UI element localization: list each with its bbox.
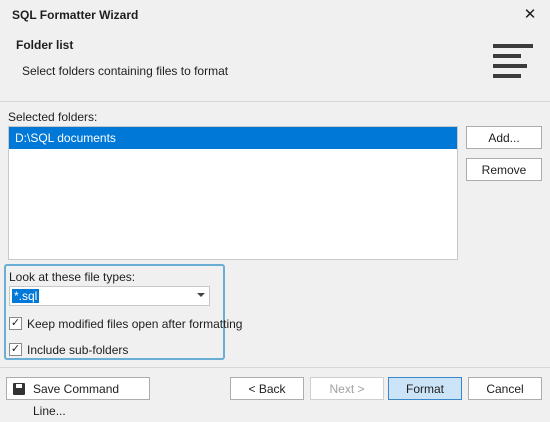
wizard-footer: Save Command Line... < Back Next > Forma…	[0, 368, 550, 418]
folder-list[interactable]: D:\SQL documents	[8, 126, 458, 260]
back-button[interactable]: < Back	[230, 377, 304, 400]
save-icon	[13, 383, 25, 395]
save-command-line-label: Save Command Line...	[33, 382, 120, 418]
page-subtitle: Select folders containing files to forma…	[22, 64, 229, 78]
check-icon[interactable]: ✓	[9, 343, 22, 356]
list-item[interactable]: D:\SQL documents	[9, 127, 457, 149]
selected-folders-label: Selected folders:	[8, 110, 98, 124]
wizard-header: Folder list Select folders containing fi…	[0, 30, 550, 101]
include-subfolders-label: Include sub-folders	[27, 343, 129, 357]
next-button[interactable]: Next >	[310, 377, 384, 400]
page-title: Folder list	[16, 38, 74, 52]
cancel-button[interactable]: Cancel	[468, 377, 542, 400]
add-button[interactable]: Add...	[466, 126, 542, 149]
chevron-down-icon[interactable]	[197, 293, 205, 297]
check-icon[interactable]: ✓	[9, 317, 22, 330]
remove-button[interactable]: Remove	[466, 158, 542, 181]
header-divider	[0, 101, 550, 102]
window-title: SQL Formatter Wizard	[12, 8, 139, 22]
keep-open-label: Keep modified files open after formattin…	[27, 317, 243, 331]
options-group: Look at these file types: *.sql ✓ Keep m…	[4, 264, 242, 360]
title-bar: SQL Formatter Wizard ✕	[0, 0, 550, 30]
save-command-line-button[interactable]: Save Command Line...	[6, 377, 150, 418]
close-icon[interactable]: ✕	[520, 5, 540, 25]
file-types-value[interactable]: *.sql	[12, 289, 40, 303]
format-button[interactable]: Format	[388, 377, 462, 400]
align-left-icon	[493, 44, 533, 88]
file-types-label: Look at these file types:	[9, 270, 136, 284]
file-types-combo[interactable]: *.sql	[9, 286, 210, 306]
